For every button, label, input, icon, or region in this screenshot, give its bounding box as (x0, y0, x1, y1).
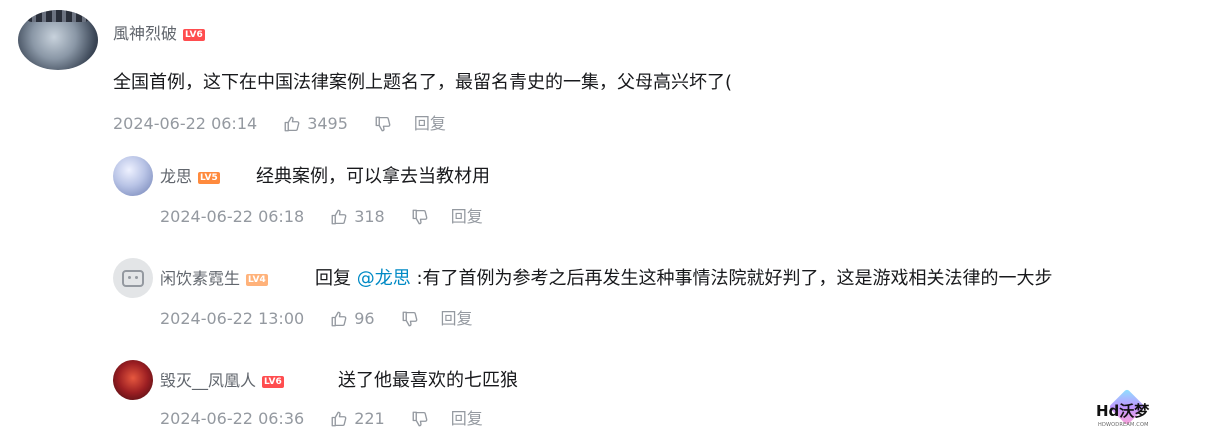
reply-time: 2024-06-22 13:00 (160, 309, 305, 328)
reply-time: 2024-06-22 06:36 (160, 409, 305, 428)
reply-text: :有了首例为参考之后再发生这种事情法院就好判了，这是游戏相关法律的一大步 (416, 268, 1053, 289)
avatar[interactable] (113, 258, 153, 298)
like-button[interactable]: 318 (330, 207, 385, 227)
thumbs-up-icon (331, 311, 347, 327)
watermark-text: Hd沃梦 (1096, 402, 1150, 420)
comment-username[interactable]: 風神烈破 LV6 (113, 24, 205, 44)
like-button[interactable]: 3495 (283, 114, 348, 134)
reply-meta: 2024-06-22 13:00 96 回复 (160, 309, 473, 329)
tv-icon (122, 269, 144, 287)
dislike-button[interactable] (401, 310, 419, 328)
reply-time: 2024-06-22 06:18 (160, 207, 305, 226)
watermark-subtext: HDWODREAM.COM (1098, 422, 1149, 428)
comment-time: 2024-06-22 06:14 (113, 114, 258, 133)
reply-meta: 2024-06-22 06:36 221 回复 (160, 409, 483, 429)
avatar[interactable] (18, 10, 98, 70)
thumbs-down-icon (412, 411, 428, 427)
username-text[interactable]: 龙思 (160, 167, 192, 186)
reply-prefix: 回复 (315, 268, 351, 289)
thumbs-down-icon (412, 209, 428, 225)
level-badge: LV6 (183, 29, 205, 41)
dislike-button[interactable] (374, 115, 392, 133)
reply-username[interactable]: 毁灭__凤凰人 LV6 (160, 371, 284, 391)
reply-button[interactable]: 回复 (451, 409, 483, 429)
like-count: 96 (354, 309, 375, 328)
dislike-button[interactable] (411, 410, 429, 428)
thumbs-up-icon (331, 411, 347, 427)
reply-button[interactable]: 回复 (414, 114, 446, 134)
comment-content: 全国首例，这下在中国法律案例上题名了，最留名青史的一集，父母高兴坏了( (113, 72, 733, 93)
reply-content: 回复 @龙思 :有了首例为参考之后再发生这种事情法院就好判了，这是游戏相关法律的… (315, 267, 1053, 291)
like-button[interactable]: 96 (330, 309, 375, 329)
reply-button[interactable]: 回复 (441, 309, 473, 329)
like-count: 221 (354, 409, 385, 428)
like-count: 318 (354, 207, 385, 226)
reply-meta: 2024-06-22 06:18 318 回复 (160, 207, 483, 227)
username-text[interactable]: 毁灭__凤凰人 (160, 371, 256, 390)
mention-link[interactable]: @龙思 (357, 268, 411, 289)
reply-content: 经典案例，可以拿去当教材用 (256, 166, 490, 187)
reply-button[interactable]: 回复 (451, 207, 483, 227)
comment-meta: 2024-06-22 06:14 3495 回复 (113, 114, 446, 134)
watermark-logo: Hd沃梦 HDWODREAM.COM (1092, 388, 1158, 434)
thumbs-down-icon (375, 116, 391, 132)
reply-content: 送了他最喜欢的七匹狼 (338, 370, 518, 391)
avatar[interactable] (113, 360, 153, 400)
thumbs-up-icon (331, 209, 347, 225)
level-badge: LV5 (198, 172, 220, 184)
like-count: 3495 (307, 114, 348, 133)
level-badge: LV4 (246, 274, 268, 286)
like-button[interactable]: 221 (330, 409, 385, 429)
thumbs-down-icon (402, 311, 417, 327)
reply-username[interactable]: 龙思 LV5 (160, 167, 220, 187)
thumbs-up-icon (284, 116, 300, 132)
avatar[interactable] (113, 156, 153, 196)
reply-username[interactable]: 闲饮素霓生 LV4 (160, 269, 268, 289)
level-badge: LV6 (262, 376, 284, 388)
dislike-button[interactable] (411, 208, 429, 226)
username-text[interactable]: 風神烈破 (113, 24, 177, 43)
username-text[interactable]: 闲饮素霓生 (160, 269, 240, 288)
